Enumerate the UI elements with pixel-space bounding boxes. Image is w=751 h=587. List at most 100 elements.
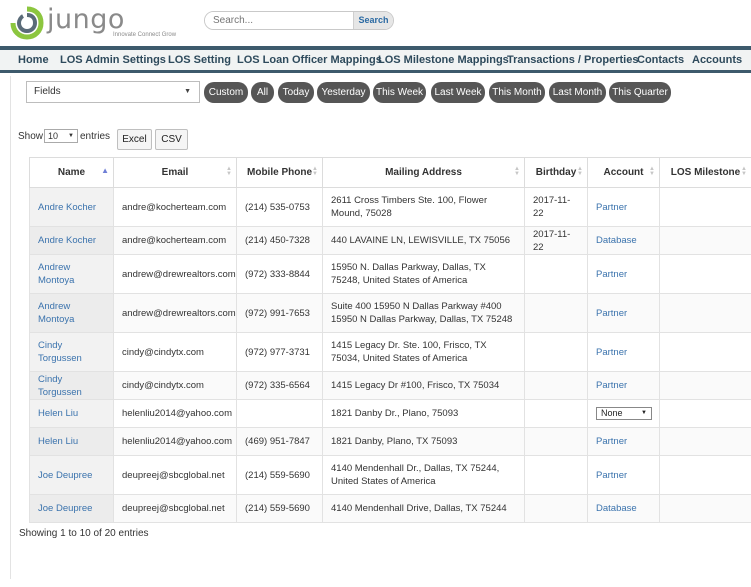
contact-email: andre@kocherteam.com [122,201,227,213]
account-select[interactable]: None ▼ [596,407,652,420]
column-header-name[interactable]: Name ▲ [29,157,114,188]
nav-item-los-loan-officer-mappings[interactable]: LOS Loan Officer Mappings [237,54,382,66]
nav-item-accounts[interactable]: Accounts [692,54,742,66]
table-cell-phone: (972) 335-6564 [236,371,323,400]
main-nav: Home LOS Admin Settings LOS Setting LOS … [0,50,751,73]
date-filter-this-month[interactable]: This Month [489,82,545,103]
nav-item-transactions-properties[interactable]: Transactions / Properties [507,54,638,66]
table-cell-milestone [659,293,751,333]
sort-icon: ▲ ▼ [741,166,747,177]
table-cell-account: Partner [587,293,660,333]
contact-name-link[interactable]: Andrew Montoya [38,262,74,286]
column-header-label: Birthday [535,167,577,178]
table-cell-account: Partner [587,332,660,372]
nav-item-los-milestone-mappings[interactable]: LOS Milestone Mappings [378,54,509,66]
account-link[interactable]: Partner [596,380,627,391]
contact-name-link[interactable]: Cindy Torgussen [38,340,82,364]
date-filter-yesterday[interactable]: Yesterday [317,82,370,103]
account-link[interactable]: Database [596,503,637,514]
search-input[interactable] [205,12,355,29]
show-label: Show [18,131,44,142]
account-link[interactable]: Partner [596,202,627,213]
table-cell-birthday [524,455,588,495]
contact-name-link[interactable]: Andre Kocher [38,235,96,246]
account-link[interactable]: Database [596,235,637,246]
table-cell-birthday [524,494,588,523]
sort-icon: ▲ ▼ [649,166,655,177]
table-cell-milestone [659,427,751,456]
table-cell-milestone [659,399,751,428]
table-cell-name: Andre Kocher [29,226,114,255]
export-excel-button[interactable]: Excel [117,129,152,150]
column-header-account[interactable]: Account ▲ ▼ [587,157,660,188]
column-header-mailing-address[interactable]: Mailing Address ▲ ▼ [322,157,525,188]
date-filter-last-month[interactable]: Last Month [549,82,606,103]
table-cell-account: None ▼ [587,399,660,428]
column-header-birthday[interactable]: Birthday ▲ ▼ [524,157,588,188]
contact-email: deupreej@sbcglobal.net [122,469,225,481]
table-header-row: Name ▲ Email ▲ ▼ Mobile Phone ▲ ▼ Mailing Add… [29,157,751,188]
date-filter-custom[interactable]: Custom [204,82,248,103]
date-filter-this-week[interactable]: This Week [373,82,426,103]
table-cell-milestone [659,226,751,255]
table-row: Andre Kocher andre@kocherteam.com (214) 45… [29,226,751,255]
page-size-select[interactable]: 10 ▼ [44,129,78,143]
account-link[interactable]: Partner [596,470,627,481]
table-row: Joe Deupree deupreej@sbcglobal.net (214) 5… [29,455,751,495]
sort-icon: ▲ ▼ [514,166,520,177]
date-filter-last-week[interactable]: Last Week [431,82,485,103]
table-cell-account: Database [587,226,660,255]
column-header-mobile-phone[interactable]: Mobile Phone ▲ ▼ [236,157,323,188]
date-filter-this-quarter[interactable]: This Quarter [609,82,671,103]
table-cell-address: 1415 Legacy Dr #100, Frisco, TX 75034 [322,371,525,400]
table-cell-address: 4140 Mendenhall Drive, Dallas, TX 75244 [322,494,525,523]
table-cell-phone: (469) 951-7847 [236,427,323,456]
contact-address: 2611 Cross Timbers Ste. 100, Flower Moun… [331,195,488,219]
table-cell-birthday [524,332,588,372]
contact-name-link[interactable]: Joe Deupree [38,470,92,481]
date-filter-today[interactable]: Today [278,82,314,103]
table-cell-address: Suite 400 15950 N Dallas Parkway #400 15… [322,293,525,333]
contact-email: helenliu2014@yahoo.com [122,408,232,419]
entries-label: entries [80,131,111,142]
contact-name-link[interactable]: Joe Deupree [38,503,92,514]
table-cell-address: 1821 Danby Dr., Plano, 75093 [322,399,525,428]
table-row: Cindy Torgussen cindy@cindytx.com (972) 33… [29,371,751,400]
nav-item-los-admin-settings[interactable]: LOS Admin Settings [60,54,166,66]
sort-icon: ▲ ▼ [226,166,232,177]
nav-item-los-setting[interactable]: LOS Setting [168,54,231,66]
column-header-los-milestone[interactable]: LOS Milestone ▲ ▼ [659,157,751,188]
table-cell-name: Andre Kocher [29,187,114,227]
table-cell-phone: (214) 450-7328 [236,226,323,255]
jungo-logo[interactable]: jungo Innovate Connect Grow [10,4,200,42]
fields-select[interactable]: Fields ▼ [26,81,200,103]
column-header-label: Mailing Address [385,167,462,178]
contact-phone: (214) 450-7328 [245,235,310,246]
contact-name-link[interactable]: Cindy Torgussen [38,374,82,398]
contact-email: cindy@cindytx.com [122,346,204,358]
nav-item-home[interactable]: Home [18,54,49,66]
contact-name-link[interactable]: Andrew Montoya [38,301,74,325]
account-link[interactable]: Partner [596,347,627,358]
contact-name-link[interactable]: Helen Liu [38,408,78,419]
table-info: Showing 1 to 10 of 20 entries [19,528,149,539]
table-cell-phone [236,399,323,428]
table-cell-address: 2611 Cross Timbers Ste. 100, Flower Moun… [322,187,525,227]
export-csv-button[interactable]: CSV [155,129,188,150]
contact-name-link[interactable]: Helen Liu [38,436,78,447]
contact-email: andrew@drewrealtors.com [122,307,236,319]
search-button[interactable]: Search [353,12,393,29]
contact-email: andre@kocherteam.com [122,235,227,246]
account-link[interactable]: Partner [596,308,627,319]
account-link[interactable]: Partner [596,436,627,447]
column-header-email[interactable]: Email ▲ ▼ [113,157,237,188]
sort-icon: ▲ ▼ [577,166,583,177]
contact-phone: (214) 535-0753 [245,201,310,213]
contact-name-link[interactable]: Andre Kocher [38,202,96,213]
table-row: Joe Deupree deupreej@sbcglobal.net (214) 5… [29,494,751,523]
account-link[interactable]: Partner [596,269,627,280]
contact-phone: (972) 333-8844 [245,268,310,280]
date-filter-all[interactable]: All [251,82,274,103]
nav-item-contacts[interactable]: Contacts [637,54,684,66]
caret-down-icon: ▼ [641,410,647,416]
